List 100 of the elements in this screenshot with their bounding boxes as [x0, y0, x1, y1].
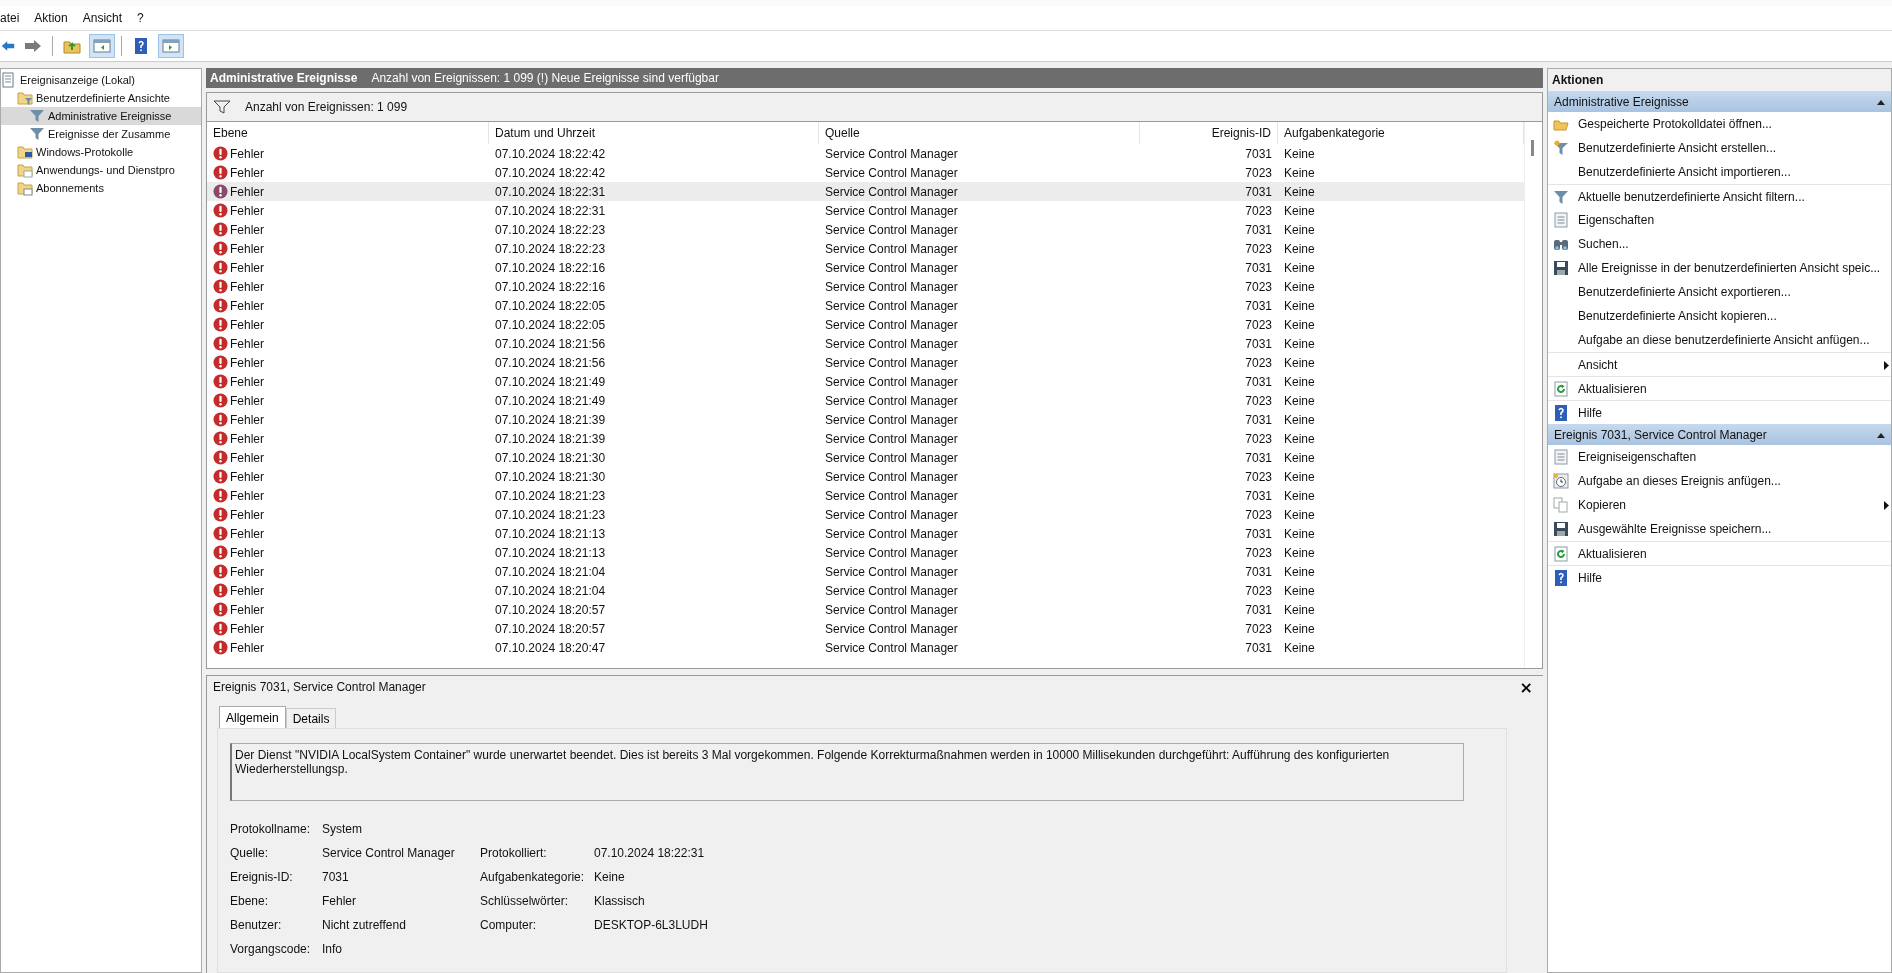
- submenu-arrow-icon: [1884, 501, 1889, 510]
- action-label: Hilfe: [1578, 405, 1602, 420]
- event-count-info: Anzahl von Ereignissen: 1 099 (!) Neue Ereignisse sind verfügbar: [371, 71, 719, 85]
- column-header[interactable]: Datum und Uhrzeit: [489, 122, 819, 144]
- section-title: Administrative Ereignisse: [1554, 94, 1689, 109]
- error-icon: [213, 146, 228, 161]
- action-item[interactable]: Gespeicherte Protokolldatei öffnen...: [1548, 112, 1891, 136]
- table-row[interactable]: Fehler 07.10.2024 18:22:05 Service Control Manager 7023 Keine: [207, 315, 1524, 334]
- action-item[interactable]: Ansicht: [1548, 352, 1891, 376]
- error-icon: [213, 640, 228, 655]
- menu-item[interactable]: ?: [137, 11, 153, 25]
- action-item[interactable]: Eigenschaften: [1548, 208, 1891, 232]
- table-row[interactable]: Fehler 07.10.2024 18:21:30 Service Control Manager 7031 Keine: [207, 448, 1524, 467]
- section-header[interactable]: Ereignis 7031, Service Control Manager: [1548, 424, 1891, 445]
- submenu-arrow-icon: [1884, 361, 1889, 370]
- menu-item[interactable]: Ansicht: [82, 11, 132, 25]
- table-row[interactable]: Fehler 07.10.2024 18:21:39 Service Control Manager 7023 Keine: [207, 429, 1524, 448]
- action-item[interactable]: Kopieren: [1548, 493, 1891, 517]
- error-icon: [213, 583, 228, 598]
- help-icon: [132, 38, 150, 54]
- section-header[interactable]: Administrative Ereignisse: [1548, 91, 1891, 112]
- table-row[interactable]: Fehler 07.10.2024 18:22:05 Service Control Manager 7031 Keine: [207, 296, 1524, 315]
- table-row[interactable]: Fehler 07.10.2024 18:22:23 Service Control Manager 7023 Keine: [207, 239, 1524, 258]
- table-cell: Fehler: [230, 336, 264, 351]
- table-row[interactable]: Fehler 07.10.2024 18:21:23 Service Control Manager 7023 Keine: [207, 505, 1524, 524]
- column-header[interactable]: Ebene: [207, 122, 489, 144]
- error-icon: [213, 184, 228, 199]
- table-cell-text: Service Control Manager: [824, 525, 959, 543]
- tree-item[interactable]: Anwendungs- und Dienstpro: [1, 161, 201, 179]
- table-cell-text: 07.10.2024 18:20:47: [494, 639, 607, 657]
- action-label: Benutzerdefinierte Ansicht erstellen...: [1578, 141, 1777, 155]
- error-icon: [213, 602, 228, 617]
- table-cell: Fehler: [230, 203, 264, 218]
- table-row[interactable]: Fehler 07.10.2024 18:20:57 Service Control Manager 7023 Keine: [207, 619, 1524, 638]
- tree-item[interactable]: Ereignisanzeige (Lokal): [1, 71, 201, 89]
- action-item[interactable]: Aktuelle benutzerdefinierte Ansicht filtern...: [1548, 184, 1891, 208]
- table-row[interactable]: Fehler 07.10.2024 18:22:42 Service Control Manager 7031 Keine: [207, 144, 1524, 163]
- action-item[interactable]: Aktualisieren: [1548, 376, 1891, 400]
- action-item[interactable]: Aufgabe an dieses Ereignis anfügen...: [1548, 469, 1891, 493]
- menu-item[interactable]: Aktion: [34, 11, 77, 25]
- action-item[interactable]: Suchen...: [1548, 232, 1891, 256]
- menu-item[interactable]: atei: [0, 11, 29, 25]
- table-row[interactable]: Fehler 07.10.2024 18:20:47 Service Control Manager 7031 Keine: [207, 638, 1524, 657]
- tree-item[interactable]: Administrative Ereignisse: [1, 107, 201, 125]
- action-item[interactable]: Ereigniseigenschaften: [1548, 445, 1891, 469]
- column-header[interactable]: Quelle: [819, 122, 1140, 144]
- tree-item[interactable]: Benutzerdefinierte Ansichte: [1, 89, 201, 107]
- field-label: Computer:: [480, 917, 538, 933]
- table-row[interactable]: Fehler 07.10.2024 18:21:39 Service Control Manager 7031 Keine: [207, 410, 1524, 429]
- tree-item[interactable]: Ereignisse der Zusamme: [1, 125, 201, 143]
- action-item[interactable]: Aktualisieren: [1548, 541, 1891, 565]
- error-icon: [213, 241, 228, 256]
- table-row[interactable]: Fehler 07.10.2024 18:21:04 Service Control Manager 7023 Keine: [207, 581, 1524, 600]
- action-item[interactable]: Hilfe: [1548, 565, 1891, 589]
- table-row[interactable]: Fehler 07.10.2024 18:22:16 Service Control Manager 7023 Keine: [207, 277, 1524, 296]
- table-row[interactable]: Fehler 07.10.2024 18:21:56 Service Control Manager 7031 Keine: [207, 334, 1524, 353]
- tab[interactable]: Allgemein: [219, 706, 286, 728]
- table-row[interactable]: Fehler 07.10.2024 18:21:04 Service Control Manager 7031 Keine: [207, 562, 1524, 581]
- action-item[interactable]: Benutzerdefinierte Ansicht importieren...: [1548, 160, 1891, 184]
- action-item[interactable]: Aufgabe an diese benutzerdefinierte Ansicht anfügen...: [1548, 328, 1891, 352]
- table-row[interactable]: Fehler 07.10.2024 18:22:42 Service Control Manager 7023 Keine: [207, 163, 1524, 182]
- table-row[interactable]: Fehler 07.10.2024 18:20:57 Service Control Manager 7031 Keine: [207, 600, 1524, 619]
- tree-pane-button[interactable]: [89, 34, 115, 58]
- table-cell-text: Keine: [1283, 582, 1316, 600]
- action-item[interactable]: Benutzerdefinierte Ansicht exportieren...: [1548, 280, 1891, 304]
- table-row[interactable]: Fehler 07.10.2024 18:21:49 Service Control Manager 7031 Keine: [207, 372, 1524, 391]
- table-cell-text: 07.10.2024 18:21:30: [494, 449, 607, 467]
- tab[interactable]: Details: [285, 708, 337, 728]
- table-row[interactable]: Fehler 07.10.2024 18:22:31 Service Control Manager 7023 Keine: [207, 201, 1524, 220]
- close-button[interactable]: ×: [1515, 677, 1537, 697]
- action-item[interactable]: Benutzerdefinierte Ansicht kopieren...: [1548, 304, 1891, 328]
- description-text: Der Dienst "NVIDIA LocalSystem Container" wurde unerwartet beendet. Dies ist bereits 3 Mal vorgekommen. Folgende Korrekturmaßnahmen werden in 10000 Millisekunden durchgeführt: Aufführung des konfigurierten Wiederherstellungsp.: [235, 748, 1390, 776]
- action-item[interactable]: Alle Ereignisse in der benutzerdefinierten Ansicht speic...: [1548, 256, 1891, 280]
- table-row[interactable]: Fehler 07.10.2024 18:22:23 Service Control Manager 7031 Keine: [207, 220, 1524, 239]
- field-value: 7031: [322, 869, 350, 885]
- table-cell-text: Keine: [1283, 468, 1316, 486]
- pane-icon: [162, 38, 180, 54]
- table-row[interactable]: Fehler 07.10.2024 18:21:49 Service Control Manager 7023 Keine: [207, 391, 1524, 410]
- error-icon: [213, 165, 228, 180]
- table-row[interactable]: Fehler 07.10.2024 18:21:56 Service Control Manager 7023 Keine: [207, 353, 1524, 372]
- column-header[interactable]: Ereignis-ID: [1140, 122, 1278, 144]
- action-item[interactable]: Ausgewählte Ereignisse speichern...: [1548, 517, 1891, 541]
- action-pane-button[interactable]: [158, 34, 184, 58]
- error-icon: [213, 488, 228, 503]
- action-item[interactable]: Benutzerdefinierte Ansicht erstellen...: [1548, 136, 1891, 160]
- table-cell-text: Service Control Manager: [824, 373, 959, 391]
- table-row[interactable]: Fehler 07.10.2024 18:22:16 Service Control Manager 7031 Keine: [207, 258, 1524, 277]
- tree-item[interactable]: Windows-Protokolle: [1, 143, 201, 161]
- table-row[interactable]: Fehler 07.10.2024 18:21:30 Service Control Manager 7023 Keine: [207, 467, 1524, 486]
- table-cell-text: Service Control Manager: [824, 316, 959, 334]
- table-row[interactable]: Fehler 07.10.2024 18:22:31 Service Control Manager 7031 Keine: [207, 182, 1524, 201]
- table-row[interactable]: Fehler 07.10.2024 18:21:13 Service Control Manager 7031 Keine: [207, 524, 1524, 543]
- folder-funnel-icon: [17, 90, 33, 106]
- table-cell: Fehler: [230, 583, 264, 598]
- tree-item[interactable]: Abonnements: [1, 179, 201, 197]
- table-cell: Fehler: [230, 564, 264, 579]
- table-row[interactable]: Fehler 07.10.2024 18:21:13 Service Control Manager 7023 Keine: [207, 543, 1524, 562]
- field-label: Protokollname:: [230, 821, 312, 837]
- table-row[interactable]: Fehler 07.10.2024 18:21:23 Service Control Manager 7031 Keine: [207, 486, 1524, 505]
- error-icon: [213, 507, 228, 522]
